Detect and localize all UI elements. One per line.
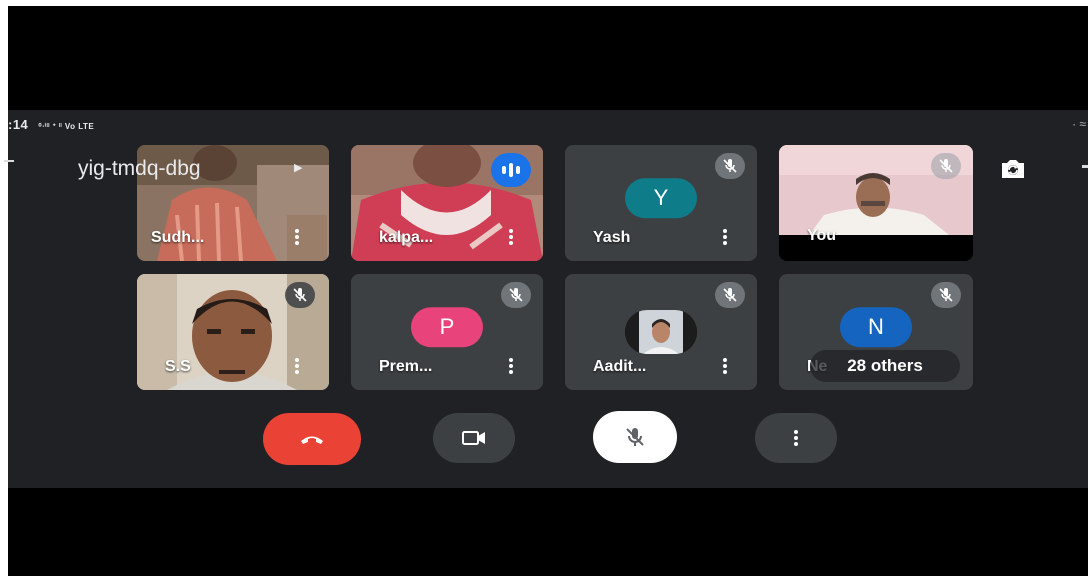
participant-tile-prem[interactable]: P Prem...: [351, 274, 543, 390]
right-edge-icon: [1082, 165, 1088, 168]
participant-name: Prem...: [379, 358, 433, 375]
mic-off-icon: [501, 282, 531, 308]
participant-tile-kalpa[interactable]: kalpa...: [351, 145, 543, 261]
others-count-badge[interactable]: 28 others: [810, 350, 960, 382]
more-options-button[interactable]: [755, 413, 837, 463]
camera-icon: [462, 431, 485, 445]
switch-camera-icon[interactable]: [996, 154, 1030, 184]
more-vert-icon: [794, 430, 798, 446]
status-bar-left: :14 ⁰ᐧⁱˡˡ ᐩ ˡˡ Vo LTE: [8, 117, 94, 132]
mic-off-icon: [931, 282, 961, 308]
mic-off-icon: [285, 282, 315, 308]
camera-toggle-button[interactable]: [433, 413, 515, 463]
participant-name: Aadit...: [593, 358, 647, 375]
participant-tile-aadit[interactable]: Aadit...: [565, 274, 757, 390]
mic-off-icon: [626, 428, 644, 446]
meeting-code[interactable]: yig-tmdq-dbg: [78, 157, 201, 181]
more-vert-icon[interactable]: [509, 358, 513, 374]
more-vert-icon[interactable]: [723, 229, 727, 245]
more-vert-icon[interactable]: [295, 229, 299, 245]
participant-avatar-photo: [625, 310, 697, 354]
more-vert-icon[interactable]: [509, 229, 513, 245]
mic-off-icon: [715, 282, 745, 308]
participant-avatar: P: [411, 307, 483, 348]
participant-avatar: N: [840, 307, 912, 348]
chevron-right-icon[interactable]: ▶: [294, 161, 302, 174]
signal-indicators: ⁰ᐧⁱˡˡ ᐩ ˡˡ Vo LTE: [38, 122, 95, 131]
participant-tile-ss[interactable]: S.S: [137, 274, 329, 390]
speaking-indicator-icon: [491, 153, 531, 187]
mic-off-icon: [715, 153, 745, 179]
participant-name: You: [807, 227, 837, 244]
mic-toggle-button[interactable]: [593, 411, 677, 463]
status-time: :14: [8, 117, 29, 132]
participant-tile-you[interactable]: You: [779, 145, 973, 261]
end-call-button[interactable]: [263, 413, 361, 465]
participant-tile-yash[interactable]: Y Yash: [565, 145, 757, 261]
participant-name: Yash: [593, 229, 631, 246]
mic-off-icon: [931, 153, 961, 179]
participant-name: S.S: [165, 358, 191, 375]
more-vert-icon[interactable]: [295, 358, 299, 374]
phone-hangup-icon: [301, 436, 323, 444]
participant-avatar: Y: [625, 178, 697, 219]
back-arrow-icon[interactable]: [4, 160, 14, 162]
participant-name: kalpa...: [379, 229, 434, 246]
participant-name: Sudh...: [151, 229, 205, 246]
more-vert-icon[interactable]: [723, 358, 727, 374]
status-bar-right: · ≈: [1072, 117, 1086, 131]
